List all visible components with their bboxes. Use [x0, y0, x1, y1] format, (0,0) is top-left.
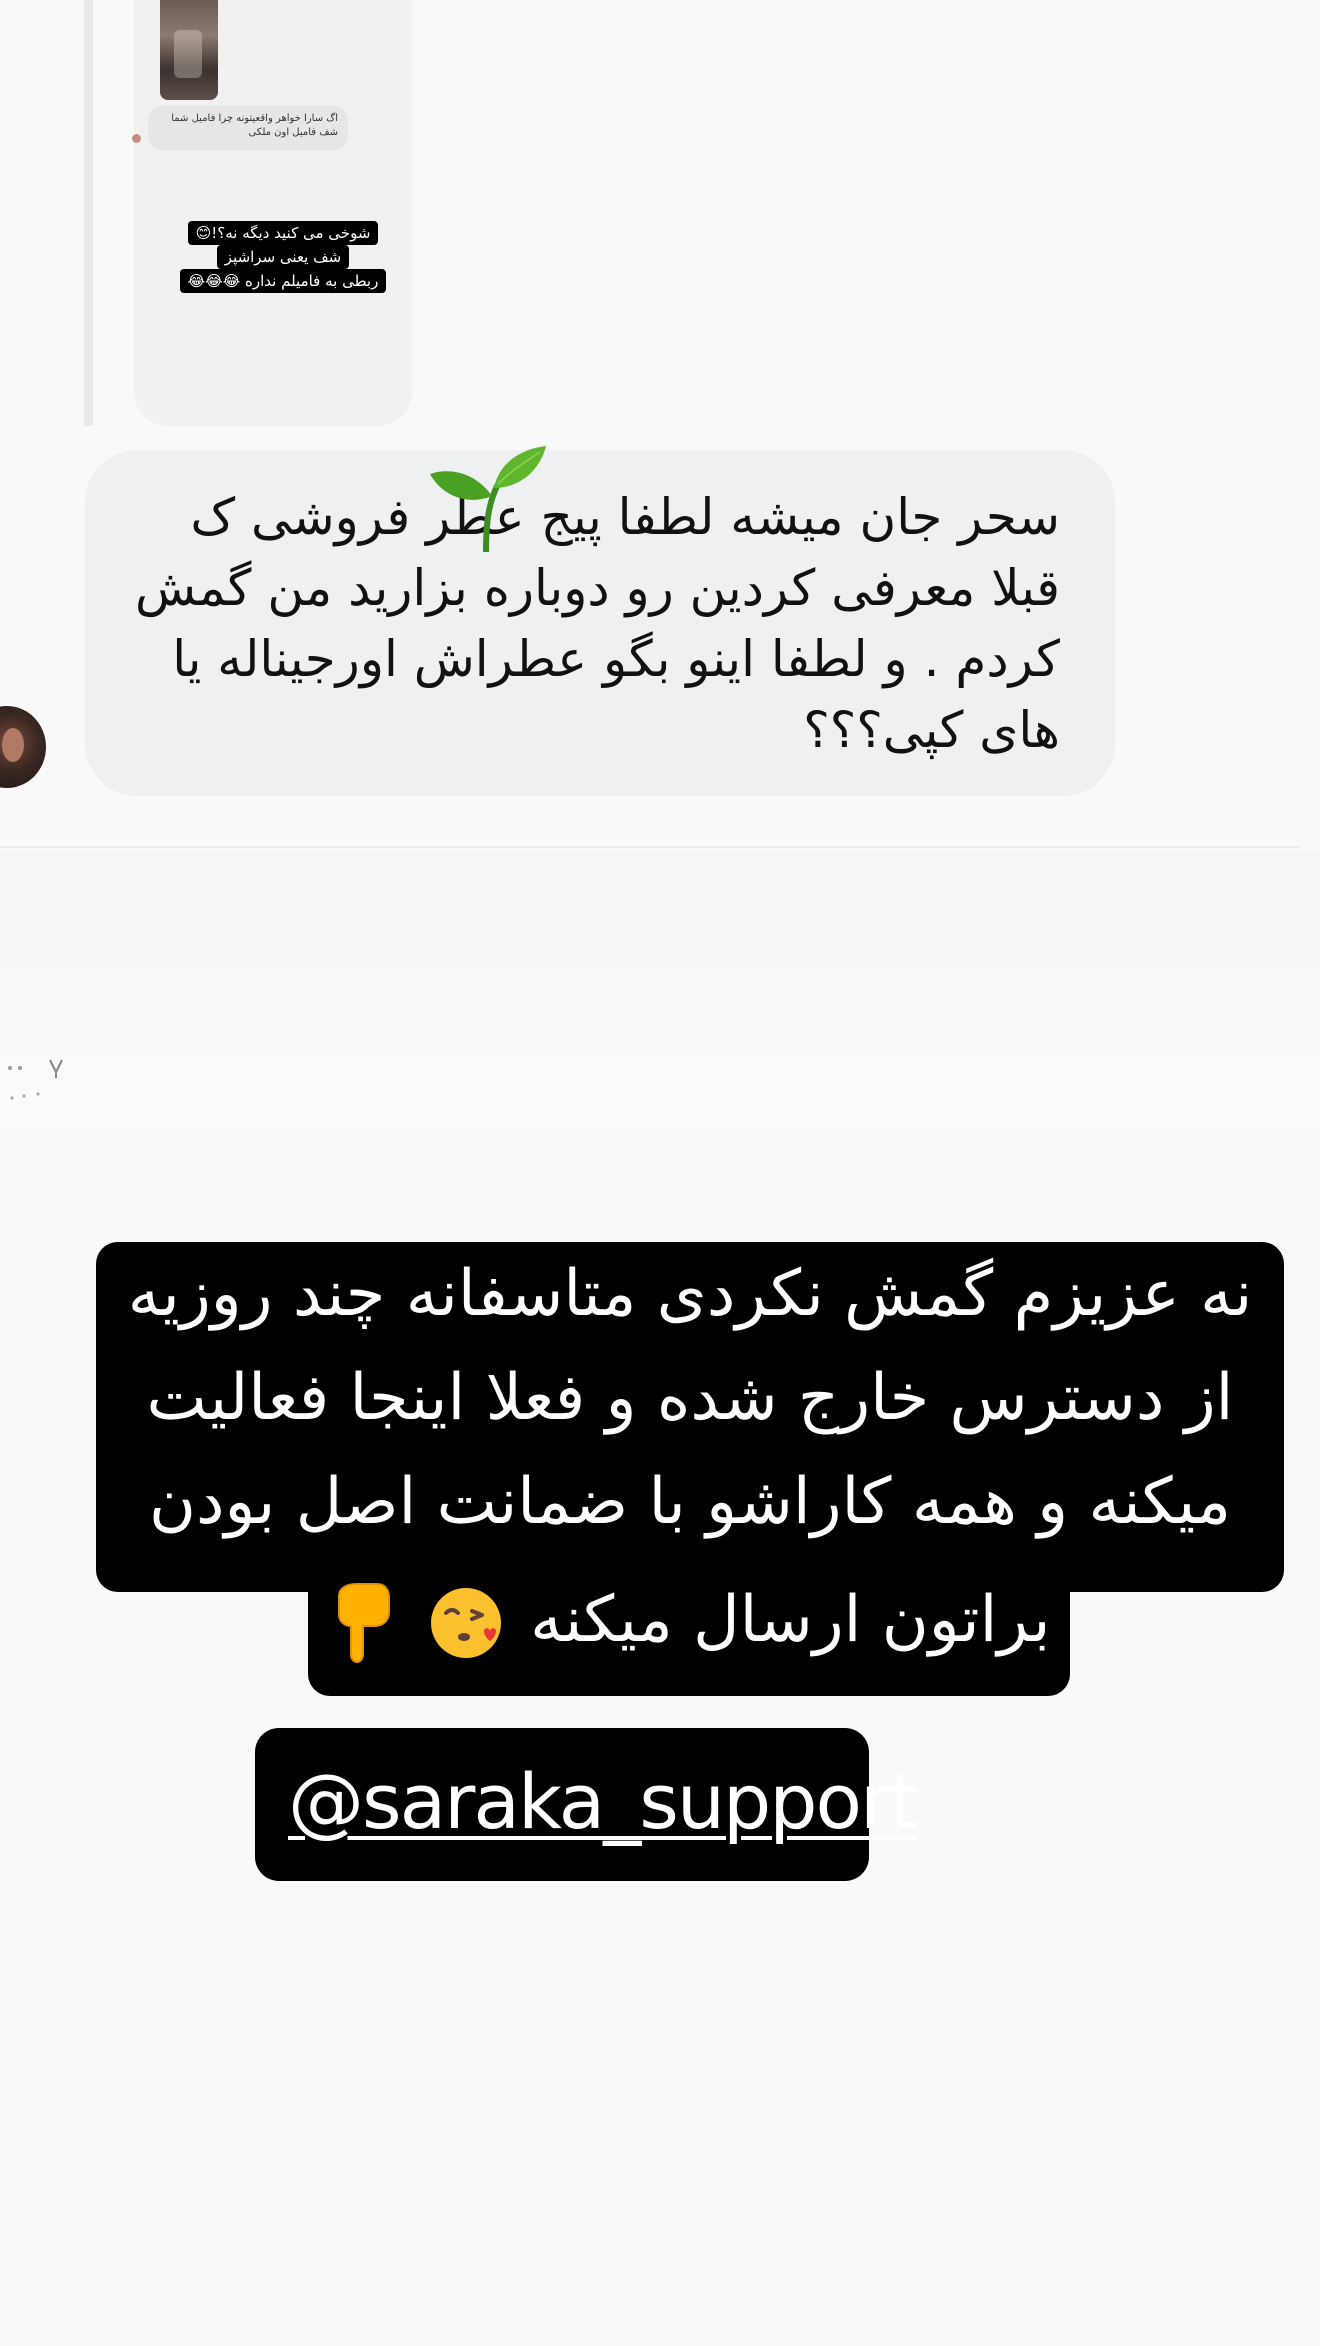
embedded-text-sticker: شوخی می کنید دیگه نه؟!😊 شف یعنی سراشپز ر… — [179, 221, 387, 297]
comment-text: سحر جان میشه لطفا پیج عطر فروشی ک قبلا م… — [135, 488, 1060, 759]
divider — [0, 846, 1300, 848]
embedded-comment: اگ سارا خواهر واقعیتونه چرا فامیل شما شف… — [148, 106, 348, 150]
embedded-sticker-line: شوخی می کنید دیگه نه؟!😊 — [187, 221, 379, 245]
sprout-emoji-icon — [430, 446, 546, 552]
story-canvas: اگ سارا خواهر واقعیتونه چرا فامیل شما شف… — [0, 0, 1320, 2346]
kissing-face-icon — [430, 1588, 501, 1659]
mention-handle[interactable]: @saraka_support — [288, 1756, 919, 1848]
reply-line: از دسترس خارج شده و فعلا اینجا فعالیت — [146, 1361, 1235, 1435]
reply-last-line: براتون ارسال میکنه — [308, 1572, 1070, 1668]
embedded-thumbnail-image — [160, 0, 218, 100]
reply-line: براتون ارسال میکنه — [530, 1583, 1051, 1657]
erased-area — [0, 850, 1320, 1270]
pointing-down-icon — [338, 1583, 391, 1664]
erased-text-specks — [8, 1059, 63, 1100]
reply-text-sticker: نه عزیزم گمش نکردی متاسفانه چند روزیه از… — [96, 1242, 1284, 1696]
embedded-sticker-line: شف یعنی سراشپز — [216, 245, 350, 269]
embedded-sticker-line: ربطی به فامیلم نداره 😂😂😂 — [179, 269, 387, 293]
reply-line: نه عزیزم گمش نکردی متاسفانه چند روزیه — [127, 1257, 1254, 1331]
mention-sticker[interactable]: @saraka_support — [255, 1728, 919, 1881]
reply-line: میکنه و همه کاراشو با ضمانت اصل بودن — [148, 1465, 1232, 1539]
embedded-avatar — [132, 134, 141, 143]
thread-line — [84, 0, 93, 426]
commenter-avatar — [0, 706, 46, 788]
